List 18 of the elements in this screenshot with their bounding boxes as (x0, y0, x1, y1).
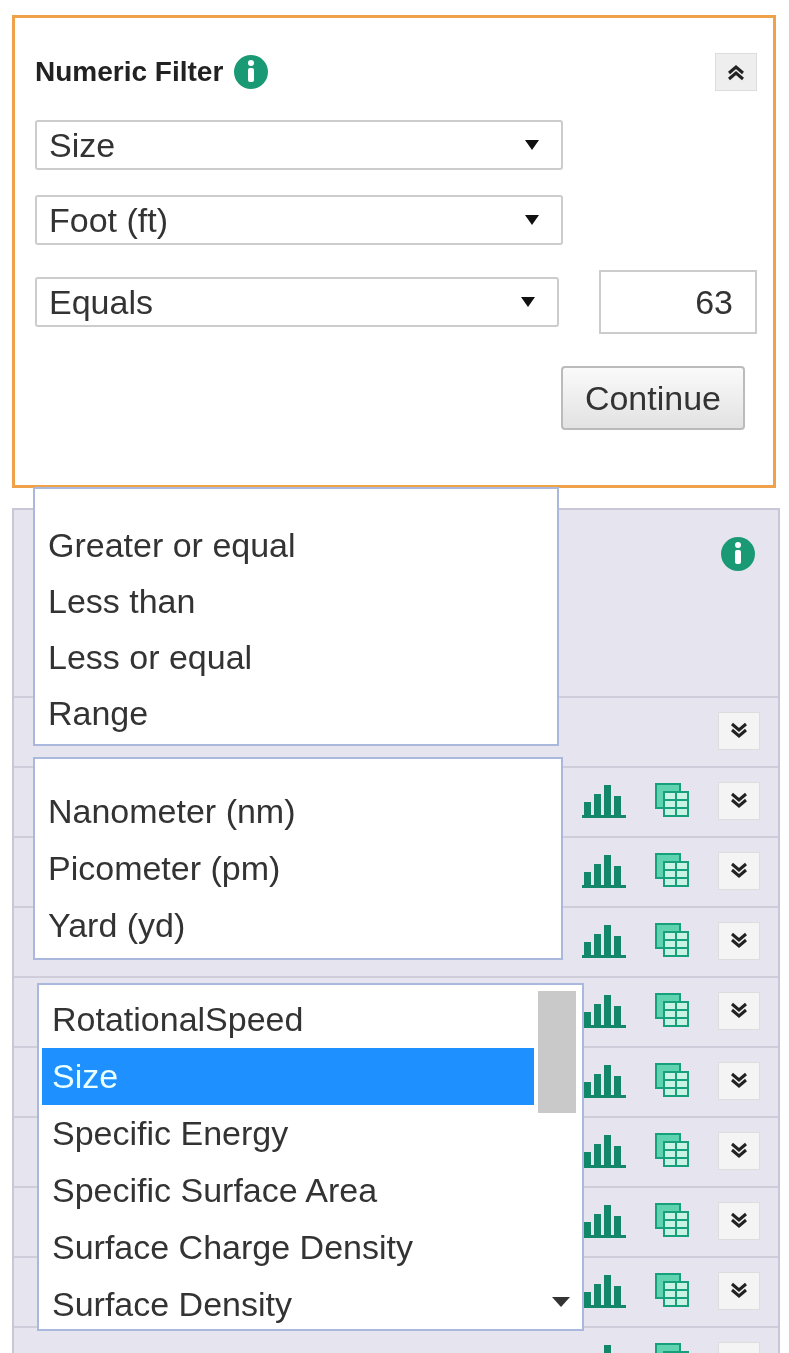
value-field[interactable]: 63 (599, 270, 757, 334)
dropdown-option[interactable]: RotationalSpeed (42, 991, 534, 1048)
dropdown-option[interactable]: Specific Energy (42, 1105, 534, 1162)
dropdown-option[interactable]: Greater or equal (38, 517, 554, 573)
dropdown-option[interactable]: Range (38, 685, 554, 741)
dropdown-option[interactable]: Specific Surface Area (42, 1162, 534, 1219)
dropdown-option[interactable]: Less or equal (38, 629, 554, 685)
panel-title: Numeric Filter (35, 56, 224, 88)
dropdown-option[interactable]: Surface Charge Density (42, 1219, 534, 1276)
dropdown-option[interactable]: Yard (yd) (38, 897, 558, 954)
operator-select[interactable]: Equals (35, 277, 559, 327)
dropdown-option[interactable]: Nanometer (nm) (38, 783, 558, 840)
continue-button[interactable]: Continue (560, 366, 745, 430)
dropdown-option[interactable]: Picometer (pm) (38, 840, 558, 897)
quantity-select[interactable]: Size (35, 120, 563, 170)
dropdown-option[interactable]: Less than (38, 573, 554, 629)
unit-select[interactable]: Foot (ft) (35, 195, 563, 245)
dropdown-option[interactable]: Surface Density (42, 1276, 534, 1329)
